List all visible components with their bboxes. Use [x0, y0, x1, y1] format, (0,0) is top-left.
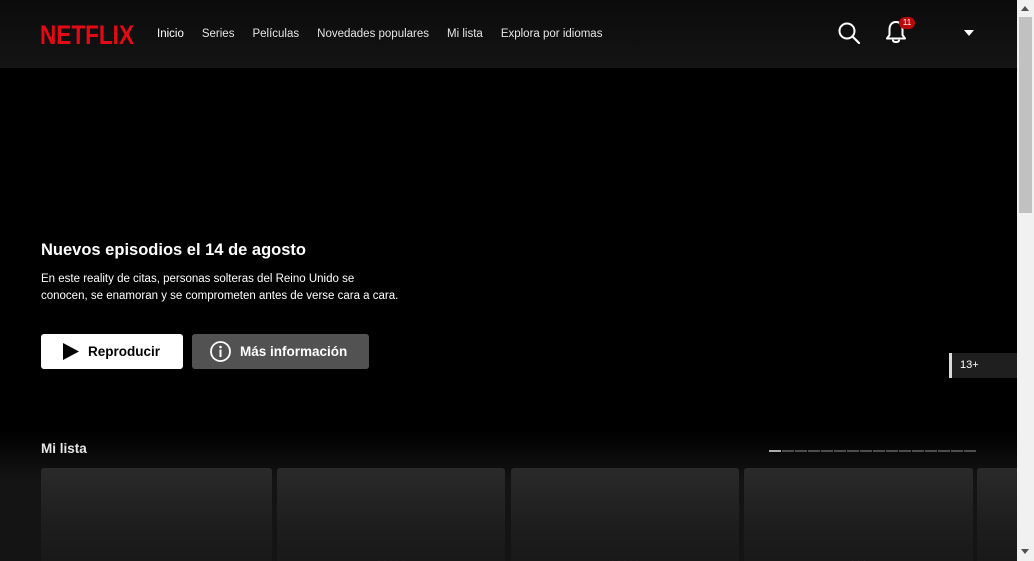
nav-item-novedades-populares[interactable]: Novedades populares — [317, 28, 429, 40]
page-indicator-segment — [834, 450, 846, 452]
hero-title: Nuevos episodios el 14 de agosto — [41, 241, 306, 259]
page-indicator-segment — [925, 450, 937, 452]
title-card-label: · · · · · — [511, 556, 739, 561]
main-nav: Inicio Series Películas Novedades popula… — [157, 0, 620, 68]
notification-count-badge: 11 — [899, 17, 915, 29]
page-indicator-segment — [886, 450, 898, 452]
page-indicator-segment — [860, 450, 872, 452]
page-indicator-segment — [912, 450, 924, 452]
page-indicator-segment — [964, 450, 976, 452]
top-navigation-bar: NETFLIX Inicio Series Películas Novedade… — [0, 0, 1017, 68]
title-card-label: · · · · · — [277, 556, 505, 561]
title-card[interactable]: · · · · · — [277, 468, 505, 561]
scroll-up-arrow-icon[interactable] — [1021, 6, 1029, 11]
netflix-logo[interactable]: NETFLIX — [40, 18, 136, 48]
scrollbar-thumb[interactable] — [1019, 17, 1032, 213]
page-indicator-segment — [821, 450, 833, 452]
more-info-button-label: Más información — [240, 344, 348, 359]
page-indicator-segment — [873, 450, 885, 452]
page-scrollbar[interactable] — [1017, 0, 1034, 561]
page-indicator-segment — [769, 450, 781, 452]
page-indicator-segment — [847, 450, 859, 452]
title-card[interactable] — [41, 468, 272, 561]
page-indicator-segment — [795, 450, 807, 452]
nav-item-series[interactable]: Series — [202, 28, 235, 40]
nav-item-inicio[interactable]: Inicio — [157, 28, 184, 40]
title-card-label: · · · — [744, 556, 973, 561]
page-indicator-segment — [899, 450, 911, 452]
page-indicator-segment — [782, 450, 794, 452]
search-icon[interactable] — [837, 21, 861, 45]
page-indicator-segment — [951, 450, 963, 452]
play-icon — [63, 343, 79, 360]
scroll-down-arrow-icon[interactable] — [1021, 549, 1029, 554]
netflix-browse-page: NETFLIX Inicio Series Películas Novedade… — [0, 0, 1034, 561]
page-indicator-segment — [938, 450, 950, 452]
page-indicator-segment — [808, 450, 820, 452]
maturity-rating-badge: 13+ — [949, 353, 1017, 378]
play-button[interactable]: Reproducir — [41, 334, 183, 369]
notifications-button[interactable]: 11 — [884, 17, 915, 47]
hero-description: En este reality de citas, personas solte… — [41, 273, 399, 302]
title-card[interactable]: · · · · · — [511, 468, 739, 561]
row-title[interactable]: Mi lista — [41, 441, 87, 456]
brand-text: NETFLIX — [40, 20, 134, 48]
nav-item-explora-por-idiomas[interactable]: Explora por idiomas — [501, 28, 603, 40]
info-icon — [210, 341, 231, 362]
title-card-partial[interactable] — [977, 468, 1017, 561]
caret-down-icon[interactable] — [964, 30, 974, 36]
nav-item-peliculas[interactable]: Películas — [252, 28, 299, 40]
more-info-button[interactable]: Más información — [192, 334, 369, 369]
play-button-label: Reproducir — [88, 344, 161, 359]
row-page-indicator — [769, 450, 976, 452]
title-card[interactable]: · · · — [744, 468, 973, 561]
nav-item-mi-lista[interactable]: Mi lista — [447, 28, 483, 40]
